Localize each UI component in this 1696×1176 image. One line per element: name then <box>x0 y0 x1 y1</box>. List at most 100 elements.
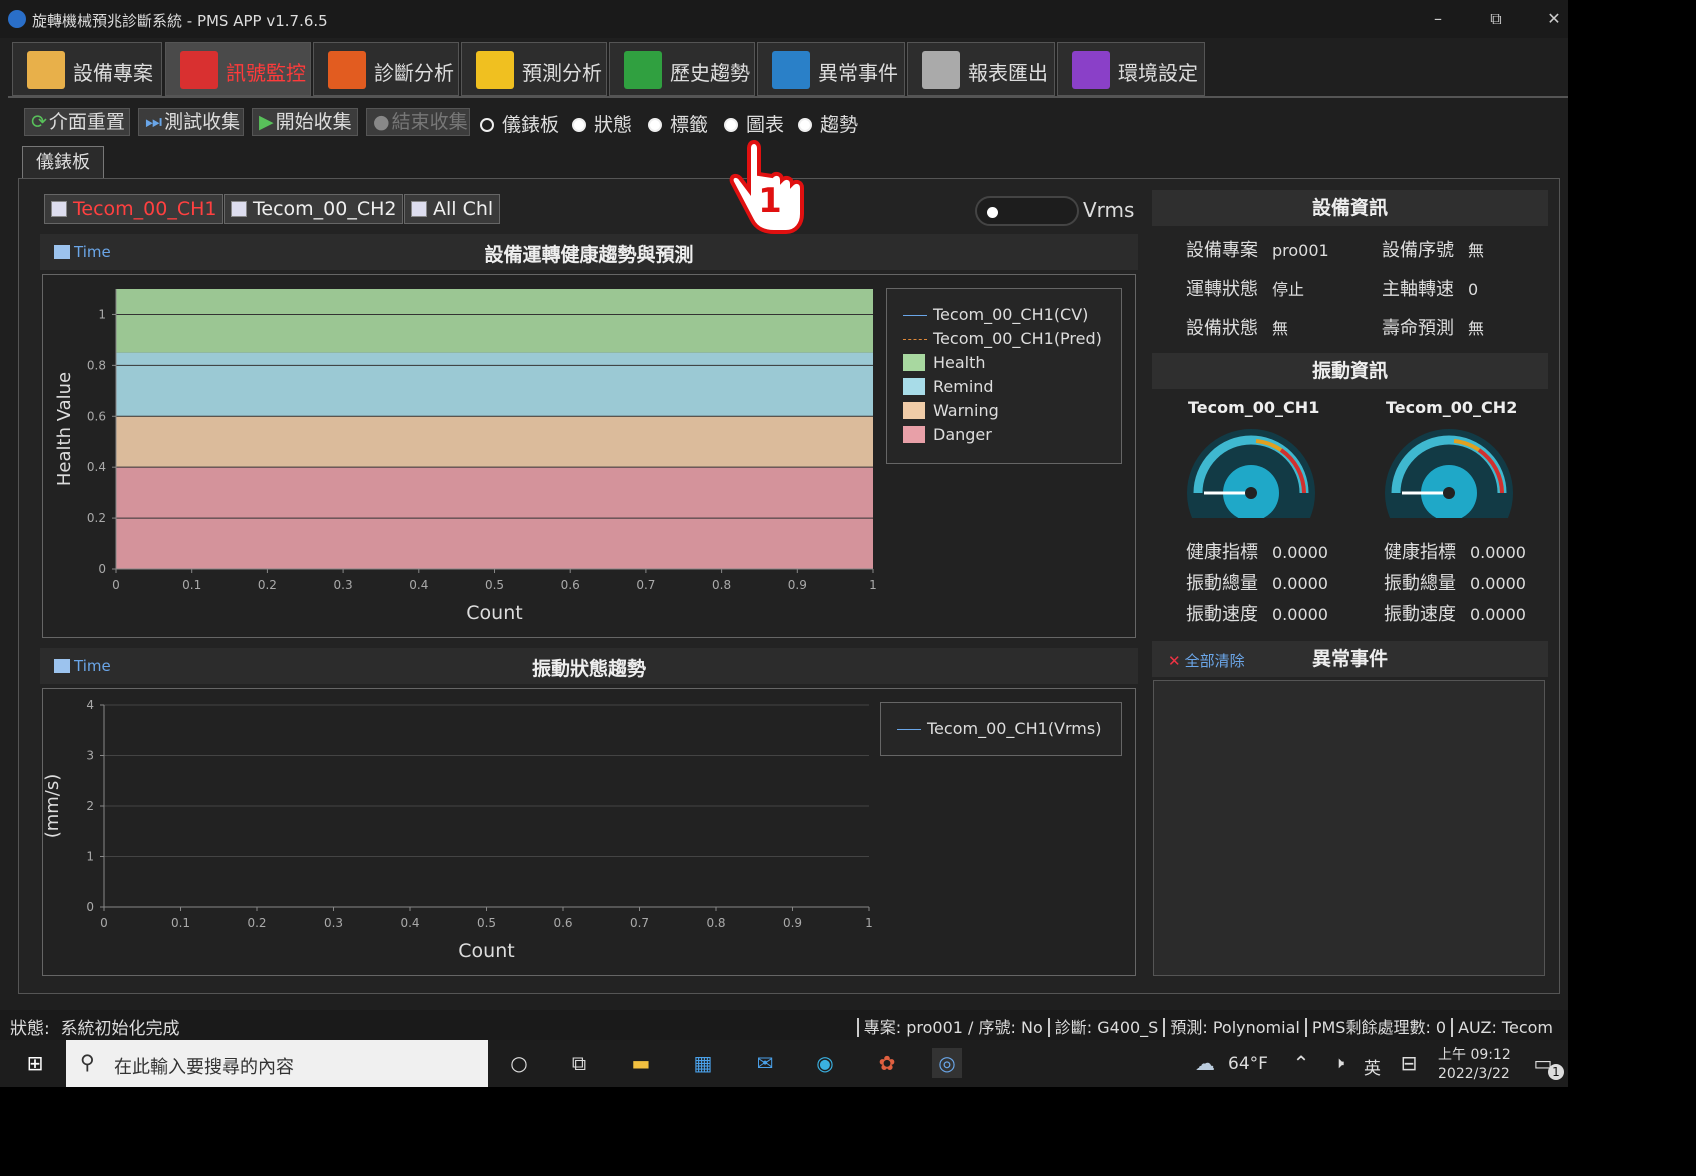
minimize-button[interactable]: – <box>1418 6 1458 32</box>
ch1-button[interactable]: Tecom_00_CH1 <box>44 194 224 224</box>
ch1-total: 振動總量 0.0000 <box>1186 569 1328 595</box>
tab-diagnosis[interactable]: 診斷分析 <box>313 42 459 96</box>
radio-label: 標籤 <box>670 114 709 136</box>
x-tick-label: 0.3 <box>334 578 353 592</box>
legend-label: Danger <box>933 425 992 444</box>
cortana-icon[interactable]: ○ <box>504 1048 534 1078</box>
tab-label: 報表匯出 <box>968 61 1048 85</box>
stop-collect-button[interactable]: ● 結束收集 <box>366 108 470 136</box>
tab-project[interactable]: 設備專案 <box>12 42 162 96</box>
x-tick-label: 1 <box>865 916 873 930</box>
tab-prediction[interactable]: 預測分析 <box>461 42 607 96</box>
legend-swatch <box>903 354 925 371</box>
device-state: 設備狀態無 <box>1186 314 1288 340</box>
x-tick-label: 0.8 <box>706 916 725 930</box>
ch2-button[interactable]: Tecom_00_CH2 <box>224 194 404 224</box>
radio-label: 狀態 <box>594 114 633 136</box>
mail-icon[interactable]: ✉ <box>750 1048 780 1078</box>
file-explorer-icon[interactable]: ▬ <box>626 1048 656 1078</box>
all-channels-button[interactable]: All Chl <box>404 194 501 224</box>
legend-item-pred: Tecom_00_CH1(Pred) <box>903 329 1102 348</box>
legend-label: Tecom_00_CH1(Pred) <box>933 329 1102 348</box>
close-button[interactable]: ✕ <box>1534 6 1574 32</box>
legend-line <box>903 339 927 340</box>
ch2-total: 振動總量 0.0000 <box>1384 569 1526 595</box>
tab-settings[interactable]: 環境設定 <box>1057 42 1205 96</box>
kv-label: 設備專案 <box>1186 240 1258 261</box>
legend-item-health: Health <box>903 353 986 372</box>
toggle-knob <box>987 207 998 218</box>
y-tick-label: 0.2 <box>87 511 106 525</box>
tab-label: 預測分析 <box>522 61 602 85</box>
health-chart-header: Time 設備運轉健康趨勢與預測 <box>40 234 1138 270</box>
status-prediction: 預測: Polynomial <box>1163 1018 1305 1037</box>
band-warning <box>116 416 873 468</box>
radio-trend[interactable]: 趨勢 <box>798 110 858 137</box>
restore-button[interactable]: ⧉ <box>1476 6 1516 32</box>
app-icon[interactable]: ✿ <box>872 1048 902 1078</box>
spindle-speed: 主軸轉速 0 <box>1382 275 1478 301</box>
stop-label: 結束收集 <box>391 111 468 133</box>
x-tick-label: 0.6 <box>561 578 580 592</box>
kv-value: 停止 <box>1272 280 1305 299</box>
tab-label: 歷史趨勢 <box>670 61 750 85</box>
windows-start-icon[interactable]: ⊞ <box>20 1048 50 1078</box>
taskbar-search[interactable]: ⚲ 在此輸入要搜尋的內容 <box>66 1040 488 1087</box>
tab-divider <box>8 96 1568 98</box>
legend-label: Tecom_00_CH1(Vrms) <box>927 719 1102 738</box>
legend-label: Remind <box>933 377 994 396</box>
legend-item-vrms: Tecom_00_CH1(Vrms) <box>897 719 1101 738</box>
legend-swatch <box>903 402 925 419</box>
x-tick-label: 0.1 <box>182 578 201 592</box>
clock-date: 2022/3/22 <box>1438 1066 1510 1082</box>
tab-events[interactable]: 異常事件 <box>757 42 905 96</box>
chart-icon <box>476 51 514 89</box>
status-project: 專案: pro001 / 序號: No <box>856 1018 1048 1037</box>
ime-mode-icon[interactable]: ⊟ <box>1394 1048 1424 1078</box>
radio-dot <box>648 118 662 132</box>
store-icon[interactable]: ▦ <box>688 1048 718 1078</box>
vrms-toggle[interactable] <box>975 196 1079 226</box>
clear-events-button[interactable]: ✕ 全部清除 <box>1168 650 1245 671</box>
ime-indicator[interactable]: 英 <box>1364 1054 1381 1079</box>
x-tick-label: 0.5 <box>485 578 504 592</box>
tab-label: 設備專案 <box>73 61 153 85</box>
y-tick-label: 0.4 <box>87 460 106 474</box>
health-chart-legend: Tecom_00_CH1(CV) Tecom_00_CH1(Pred) Heal… <box>886 288 1122 464</box>
kv-label: 設備序號 <box>1382 240 1454 261</box>
events-list[interactable] <box>1153 680 1545 976</box>
monitor-icon <box>328 51 366 89</box>
radio-dot <box>480 118 494 132</box>
status-auz: AUZ: Tecom <box>1451 1018 1558 1037</box>
edge-icon[interactable]: ◉ <box>810 1048 840 1078</box>
gauge-title-ch2: Tecom_00_CH2 <box>1386 398 1518 417</box>
radio-tag[interactable]: 標籤 <box>648 110 708 137</box>
task-view-icon[interactable]: ⧉ <box>564 1048 594 1078</box>
radio-dashboard[interactable]: 儀錶板 <box>480 110 559 137</box>
status-bar: 狀態: 系統初始化完成 專案: pro001 / 序號: No 診斷: G400_… <box>0 1010 1568 1040</box>
radio-label: 儀錶板 <box>502 114 560 136</box>
kv-label: 健康指標 <box>1186 542 1258 563</box>
x-tick-label: 1 <box>869 578 877 592</box>
volume-icon[interactable]: 🕨 <box>1324 1048 1354 1078</box>
tab-label: 異常事件 <box>818 61 898 85</box>
ch2-label: Tecom_00_CH2 <box>253 198 397 220</box>
tab-history[interactable]: 歷史趨勢 <box>609 42 755 96</box>
radio-chart[interactable]: 圖表 <box>724 110 784 137</box>
start-collect-button[interactable]: ▶ 開始收集 <box>252 108 358 136</box>
taskbar: ⊞ ⚲ 在此輸入要搜尋的內容 ○ ⧉ ▬ ▦ ✉ ◉ ✿ ◎ ☁ 64°F ⌃ 🕨… <box>0 1040 1568 1087</box>
device-project: 設備專案 pro001 <box>1186 236 1329 262</box>
tab-report[interactable]: 報表匯出 <box>907 42 1055 96</box>
pms-app-icon[interactable]: ◎ <box>932 1048 962 1078</box>
x-tick-label: 0.9 <box>783 916 802 930</box>
y-tick-label: 1 <box>86 850 94 864</box>
radio-label: 圖表 <box>746 114 785 136</box>
reset-button[interactable]: ⟳ 介面重置 <box>24 108 130 136</box>
kv-label: 健康指標 <box>1384 542 1456 563</box>
tab-signal-monitor[interactable]: 訊號監控 <box>165 42 311 96</box>
test-collect-button[interactable]: ⏭ 測試收集 <box>138 108 244 136</box>
tab-label: 訊號監控 <box>226 61 306 85</box>
radio-status[interactable]: 狀態 <box>572 110 632 137</box>
dashboard-subtab[interactable]: 儀錶板 <box>22 146 104 180</box>
chevron-up-icon[interactable]: ⌃ <box>1286 1048 1316 1078</box>
